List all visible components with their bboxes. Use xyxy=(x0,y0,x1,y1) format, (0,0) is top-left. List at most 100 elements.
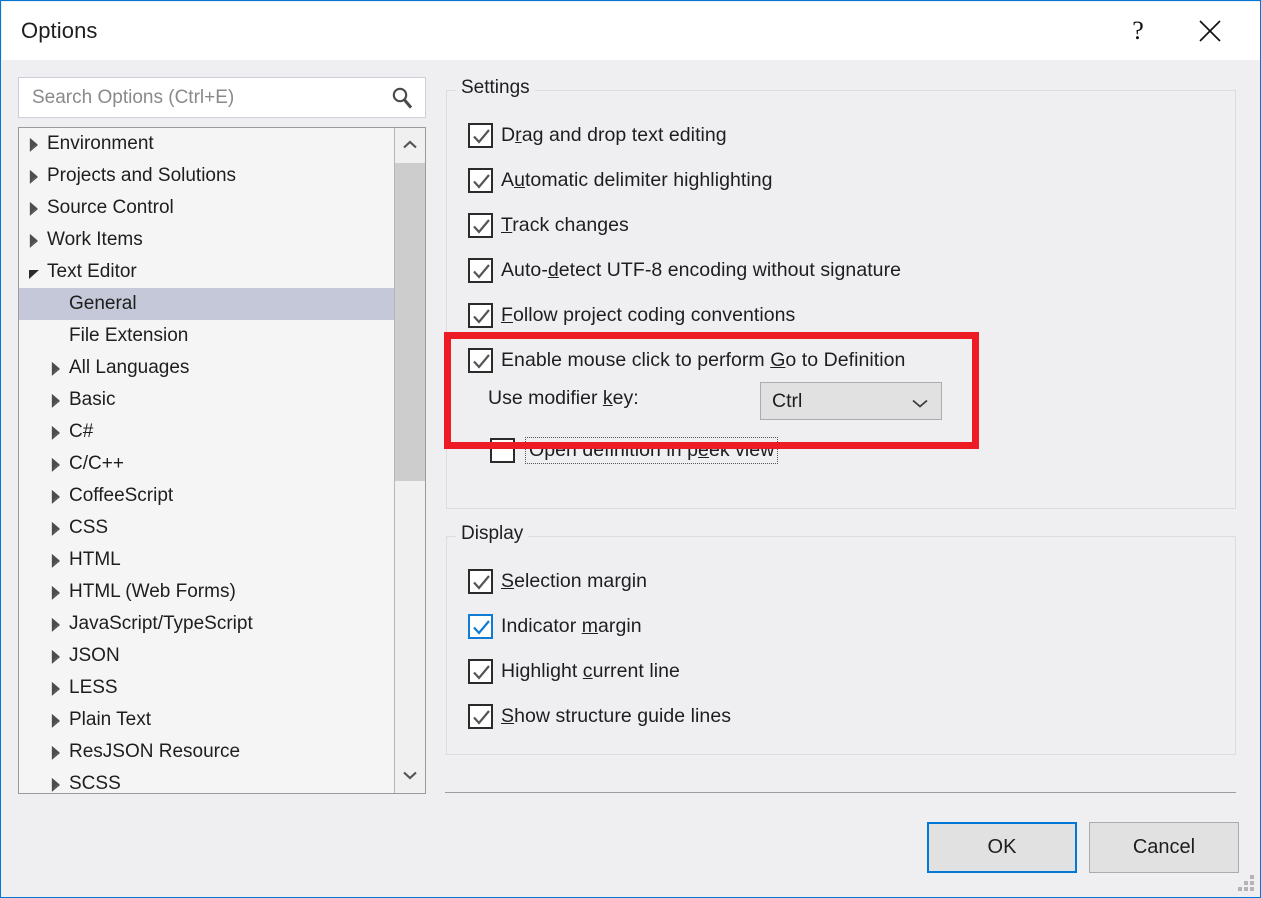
checkbox-indicator-margin[interactable]: Indicator margin xyxy=(468,614,642,639)
tree-item-label: Basic xyxy=(69,389,115,411)
footer-separator xyxy=(445,792,1236,793)
tree-item-general[interactable]: General xyxy=(19,288,394,320)
checkbox-box[interactable] xyxy=(468,303,493,328)
expand-arrow-icon[interactable] xyxy=(49,457,63,471)
expand-arrow-icon[interactable] xyxy=(49,489,63,503)
checkbox-box[interactable] xyxy=(468,659,493,684)
checkbox-auto-detect-utf-8-encoding-without-signature[interactable]: Auto-detect UTF-8 encoding without signa… xyxy=(468,258,901,283)
help-button[interactable]: ? xyxy=(1111,3,1165,59)
search-icon[interactable] xyxy=(389,85,415,111)
tree-item-label: File Extension xyxy=(69,325,188,347)
label-accel: d xyxy=(548,259,559,281)
label-pre: Open definition in p xyxy=(529,439,698,461)
checkbox-box[interactable] xyxy=(468,258,493,283)
collapse-arrow-icon[interactable] xyxy=(27,265,41,279)
scroll-up-button[interactable] xyxy=(395,128,425,163)
checkbox-selection-margin[interactable]: Selection margin xyxy=(468,569,647,594)
checkbox-box[interactable] xyxy=(468,123,493,148)
tree-item-less[interactable]: LESS xyxy=(19,672,394,704)
tree-item-scss[interactable]: SCSS xyxy=(19,768,394,794)
expand-arrow-icon[interactable] xyxy=(49,681,63,695)
tree-item-html-web-forms[interactable]: HTML (Web Forms) xyxy=(19,576,394,608)
tree-item-environment[interactable]: Environment xyxy=(19,128,394,160)
tree-item-c-c[interactable]: C/C++ xyxy=(19,448,394,480)
label-post: ek view xyxy=(709,439,774,461)
expand-arrow-icon[interactable] xyxy=(27,137,41,151)
resize-grip-icon[interactable] xyxy=(1238,875,1254,891)
checkbox-box[interactable] xyxy=(468,569,493,594)
label-post: election margin xyxy=(514,570,647,592)
tree-item-json[interactable]: JSON xyxy=(19,640,394,672)
expand-arrow-icon[interactable] xyxy=(49,553,63,567)
expand-arrow-icon[interactable] xyxy=(49,521,63,535)
tree-item-css[interactable]: CSS xyxy=(19,512,394,544)
chevron-down-icon xyxy=(402,767,418,785)
checkbox-box[interactable] xyxy=(468,704,493,729)
modifier-key-select[interactable]: Ctrl xyxy=(760,382,942,420)
expand-arrow-icon[interactable] xyxy=(49,425,63,439)
tree-item-javascript-typescript[interactable]: JavaScript/TypeScript xyxy=(19,608,394,640)
expand-arrow-icon[interactable] xyxy=(49,361,63,375)
chevron-down-icon xyxy=(911,396,929,414)
close-icon xyxy=(1197,18,1223,44)
expand-arrow-icon[interactable] xyxy=(49,649,63,663)
ok-button[interactable]: OK xyxy=(927,822,1077,873)
tree-item-work-items[interactable]: Work Items xyxy=(19,224,394,256)
checkbox-box[interactable] xyxy=(468,348,493,373)
expand-arrow-icon[interactable] xyxy=(27,201,41,215)
tree-item-source-control[interactable]: Source Control xyxy=(19,192,394,224)
checkbox-box[interactable] xyxy=(490,438,515,463)
search-input[interactable]: Search Options (Ctrl+E) xyxy=(18,77,426,118)
checkbox-open-definition-in-peek-view[interactable]: Open definition in peek view xyxy=(490,437,778,464)
label-pre: Highlight xyxy=(501,660,583,682)
checkbox-show-structure-guide-lines[interactable]: Show structure guide lines xyxy=(468,704,731,729)
cancel-button[interactable]: Cancel xyxy=(1089,822,1239,873)
expand-arrow-icon[interactable] xyxy=(49,745,63,759)
checkbox-label: Selection margin xyxy=(501,570,647,593)
tree-item-file-extension[interactable]: File Extension xyxy=(19,320,394,352)
checkbox-highlight-current-line[interactable]: Highlight current line xyxy=(468,659,680,684)
checkbox-box[interactable] xyxy=(468,614,493,639)
tree-item-html[interactable]: HTML xyxy=(19,544,394,576)
tree-item-projects-and-solutions[interactable]: Projects and Solutions xyxy=(19,160,394,192)
display-group-title: Display xyxy=(456,523,528,545)
expand-arrow-icon[interactable] xyxy=(27,169,41,183)
checkbox-track-changes[interactable]: Track changes xyxy=(468,213,629,238)
tree-item-resjson-resource[interactable]: ResJSON Resource xyxy=(19,736,394,768)
checkbox-enable-mouse-click-to-perform-go-to-definition[interactable]: Enable mouse click to perform Go to Defi… xyxy=(468,348,905,373)
expand-arrow-icon[interactable] xyxy=(49,617,63,631)
checkbox-drag-and-drop-text-editing[interactable]: Drag and drop text editing xyxy=(468,123,727,148)
checkbox-label: Auto-detect UTF-8 encoding without signa… xyxy=(501,259,901,282)
label-accel: e xyxy=(698,439,709,461)
tree-item-all-languages[interactable]: All Languages xyxy=(19,352,394,384)
close-button[interactable] xyxy=(1183,3,1237,59)
checkbox-box[interactable] xyxy=(468,168,493,193)
expand-arrow-icon[interactable] xyxy=(49,585,63,599)
label-pre: A xyxy=(501,169,514,191)
tree-item-text-editor[interactable]: Text Editor xyxy=(19,256,394,288)
label-post: how structure guide lines xyxy=(514,705,731,727)
tree-item-label: CSS xyxy=(69,517,108,539)
tree-item-coffeescript[interactable]: CoffeeScript xyxy=(19,480,394,512)
tree-item-label: ResJSON Resource xyxy=(69,741,240,763)
expand-arrow-icon[interactable] xyxy=(49,393,63,407)
expand-arrow-icon[interactable] xyxy=(27,233,41,247)
tree-scrollbar[interactable] xyxy=(394,128,425,793)
checkbox-box[interactable] xyxy=(468,213,493,238)
scroll-down-button[interactable] xyxy=(395,758,425,793)
checkbox-automatic-delimiter-highlighting[interactable]: Automatic delimiter highlighting xyxy=(468,168,773,193)
expand-arrow-icon[interactable] xyxy=(49,777,63,791)
options-dialog: Options ? Search Options (Ctrl+E) Enviro… xyxy=(0,0,1261,898)
label-accel: F xyxy=(501,304,513,326)
expand-arrow-icon[interactable] xyxy=(49,713,63,727)
scrollbar-thumb[interactable] xyxy=(395,163,425,481)
checkbox-follow-project-coding-conventions[interactable]: Follow project coding conventions xyxy=(468,303,795,328)
tree-item-label: CoffeeScript xyxy=(69,485,173,507)
tree-item-label: Work Items xyxy=(47,229,143,251)
checkbox-label: Track changes xyxy=(501,214,629,237)
label-post: etect UTF-8 encoding without signature xyxy=(559,259,901,281)
tree-item-plain-text[interactable]: Plain Text xyxy=(19,704,394,736)
tree-item-basic[interactable]: Basic xyxy=(19,384,394,416)
tree-item-c[interactable]: C# xyxy=(19,416,394,448)
options-tree[interactable]: EnvironmentProjects and SolutionsSource … xyxy=(18,127,426,794)
